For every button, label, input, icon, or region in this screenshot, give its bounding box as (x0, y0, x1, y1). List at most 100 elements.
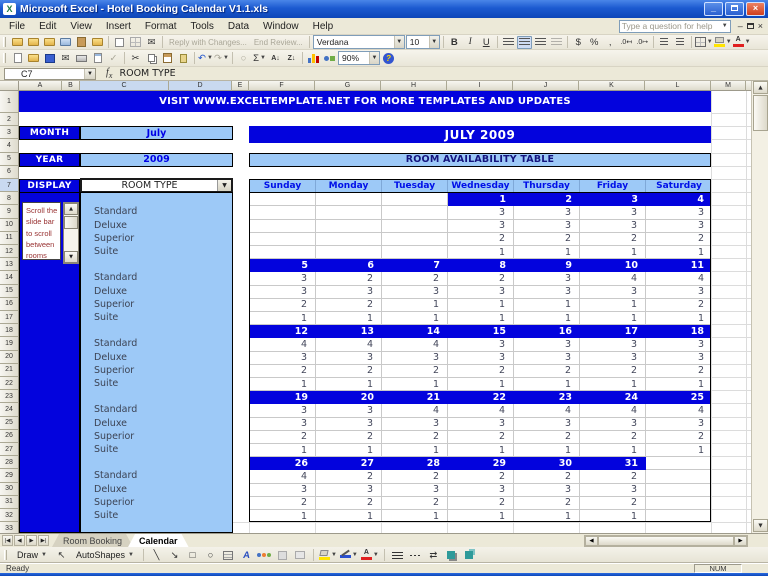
room-type-cell[interactable]: Superior (94, 430, 204, 443)
room-type-cell[interactable]: Suite (94, 443, 204, 456)
availability-cell[interactable]: 3 (382, 286, 448, 299)
availability-cell[interactable]: 1 (514, 444, 580, 457)
availability-cell[interactable]: 3 (580, 418, 646, 431)
availability-cell[interactable]: 2 (580, 431, 646, 444)
availability-cell[interactable]: 3 (646, 206, 711, 219)
room-type-cell[interactable]: Deluxe (94, 219, 204, 232)
font-color-button[interactable]: A▼ (733, 36, 751, 49)
date-cell[interactable]: 20 (316, 391, 382, 404)
availability-cell[interactable] (316, 206, 382, 219)
room-type-cell[interactable]: Standard (94, 205, 204, 218)
minimize-button[interactable]: _ (704, 2, 723, 16)
column-header-l[interactable]: L (645, 81, 711, 91)
dropdown-arrow-button[interactable]: ▼ (217, 180, 231, 191)
rectangle-icon[interactable]: □ (185, 549, 200, 562)
availability-cell[interactable]: 2 (646, 431, 711, 444)
scroll-down-button[interactable]: ▼ (64, 251, 78, 263)
mail-icon[interactable]: ✉ (144, 36, 159, 49)
paste-icon[interactable] (160, 52, 175, 65)
date-cell[interactable]: 24 (580, 391, 646, 404)
drawing-icon[interactable] (322, 52, 337, 65)
availability-cell[interactable]: 4 (382, 338, 448, 351)
decrease-indent-button[interactable] (657, 36, 672, 49)
room-type-cell[interactable]: Deluxe (94, 285, 204, 298)
date-cell[interactable]: 18 (646, 325, 711, 338)
availability-cell[interactable]: 3 (250, 404, 316, 417)
row-header-20[interactable]: 20 (0, 351, 19, 364)
menu-insert[interactable]: Insert (99, 19, 138, 34)
row-header-22[interactable]: 22 (0, 377, 19, 390)
availability-cell[interactable]: 2 (448, 233, 514, 246)
availability-cell[interactable]: 1 (448, 510, 514, 522)
availability-cell[interactable] (382, 246, 448, 259)
date-cell[interactable]: 3 (580, 193, 646, 206)
availability-cell[interactable]: 2 (514, 431, 580, 444)
last-sheet-button[interactable]: ▶| (38, 535, 49, 546)
day-header-cell[interactable]: Monday (316, 180, 382, 192)
horizontal-scroll-thumb[interactable] (598, 536, 734, 546)
help-question-box[interactable]: Type a question for help ▼ (619, 20, 731, 33)
availability-cell[interactable] (316, 220, 382, 233)
availability-cell[interactable] (316, 246, 382, 259)
row-header-13[interactable]: 13 (0, 258, 19, 271)
font-size-select[interactable]: 10▼ (406, 35, 440, 49)
availability-cell[interactable]: 3 (514, 206, 580, 219)
availability-cell[interactable]: 1 (646, 312, 711, 325)
month-label-cell[interactable]: MONTH (19, 126, 80, 140)
availability-cell[interactable]: 1 (250, 444, 316, 457)
date-cell[interactable]: 1 (448, 193, 514, 206)
room-type-cell[interactable]: Suite (94, 245, 204, 258)
room-type-cell[interactable]: Standard (94, 403, 204, 416)
availability-cell[interactable]: 3 (250, 352, 316, 365)
toolbar-grip[interactable] (4, 550, 7, 560)
clipboard-icon[interactable] (74, 36, 89, 49)
next-sheet-button[interactable]: ▶ (26, 535, 37, 546)
row-header-4[interactable]: 4 (0, 139, 19, 152)
availability-cell[interactable]: 3 (646, 338, 711, 351)
availability-cell[interactable]: 1 (316, 510, 382, 522)
italic-button[interactable]: I (463, 36, 478, 49)
availability-cell[interactable]: 4 (580, 404, 646, 417)
font-color-icon[interactable]: A▼ (361, 549, 379, 562)
availability-cell[interactable]: 3 (382, 352, 448, 365)
availability-cell[interactable] (250, 220, 316, 233)
availability-cell[interactable]: 1 (514, 312, 580, 325)
availability-cell[interactable]: 3 (448, 286, 514, 299)
date-cell[interactable]: 7 (382, 259, 448, 272)
date-cell[interactable]: 6 (316, 259, 382, 272)
column-header-e[interactable]: E (232, 81, 249, 91)
display-dropdown[interactable]: ROOM TYPE▼ (80, 178, 233, 193)
picture-icon[interactable] (293, 549, 308, 562)
date-cell[interactable]: 21 (382, 391, 448, 404)
row-header-8[interactable]: 8 (0, 192, 19, 205)
date-cell[interactable]: 4 (646, 193, 711, 206)
availability-cell[interactable]: 3 (448, 418, 514, 431)
column-header-c[interactable]: C (80, 81, 169, 91)
date-cell[interactable]: 27 (316, 457, 382, 470)
availability-cell[interactable]: 2 (580, 365, 646, 378)
vertical-scrollbar[interactable]: ▲▼ (751, 81, 768, 533)
day-header-cell[interactable]: Sunday (250, 180, 316, 192)
row-header-33[interactable]: 33 (0, 522, 19, 533)
room-type-cell[interactable]: Standard (94, 337, 204, 350)
availability-cell[interactable]: 2 (316, 365, 382, 378)
availability-cell[interactable]: 4 (316, 338, 382, 351)
folder-open-icon[interactable] (10, 36, 25, 49)
availability-cell[interactable]: 3 (646, 418, 711, 431)
column-header-j[interactable]: J (513, 81, 579, 91)
availability-cell[interactable]: 3 (250, 286, 316, 299)
row-header-12[interactable]: 12 (0, 245, 19, 258)
availability-cell[interactable]: 1 (646, 246, 711, 259)
date-cell[interactable]: 13 (316, 325, 382, 338)
column-header-m[interactable]: M (711, 81, 746, 91)
row-header-19[interactable]: 19 (0, 337, 19, 350)
room-type-cell[interactable]: Suite (94, 311, 204, 324)
row-header-9[interactable]: 9 (0, 205, 19, 218)
room-type-cell[interactable]: Superior (94, 496, 204, 509)
align-right-button[interactable] (533, 36, 548, 49)
room-type-cell[interactable]: Superior (94, 232, 204, 245)
date-cell[interactable]: 26 (250, 457, 316, 470)
availability-cell[interactable]: 2 (448, 365, 514, 378)
availability-cell[interactable]: 2 (580, 233, 646, 246)
row-header-6[interactable]: 6 (0, 166, 19, 179)
